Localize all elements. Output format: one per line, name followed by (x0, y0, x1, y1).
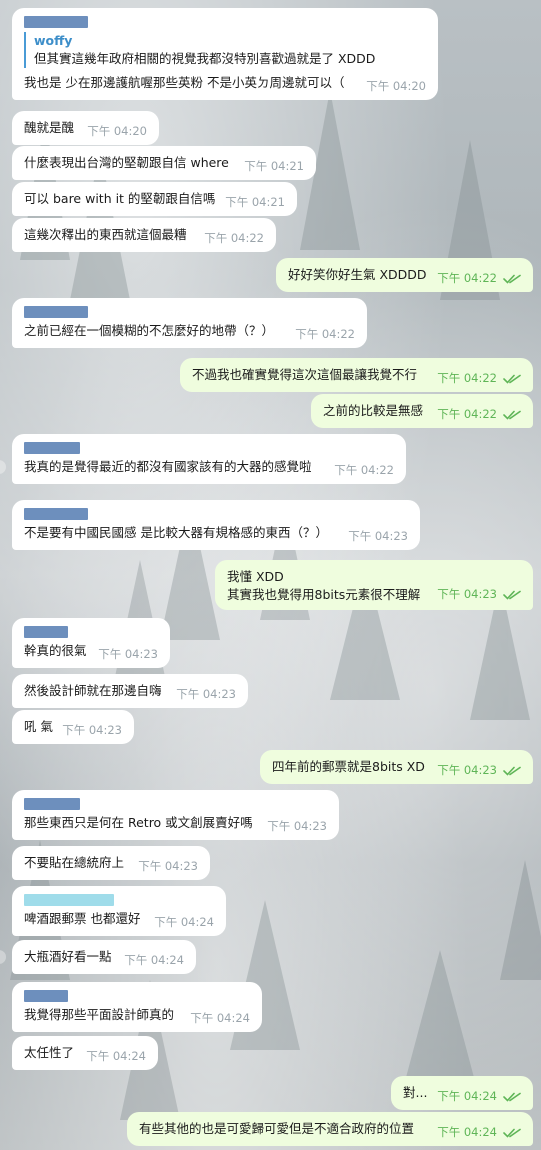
message-time-status: 下午 04:24 (437, 1088, 521, 1104)
reply-quote[interactable]: woffy 但其實這幾年政府相關的視覺我都沒特別喜歡過就是了 XDDD (24, 32, 426, 68)
message-time: 下午 04:23 (176, 687, 236, 701)
sender-name-redacted[interactable] (24, 16, 88, 28)
message-time: 下午 04:22 (334, 463, 394, 477)
sender-name-redacted[interactable] (24, 508, 88, 520)
message-time-status: 下午 04:23 (437, 586, 521, 602)
message-time-status: 下午 04:22 (437, 270, 521, 286)
message-time-status: 下午 04:22 (437, 370, 521, 386)
message-time: 下午 04:21 (225, 195, 285, 209)
sender-name-redacted[interactable] (24, 990, 68, 1002)
message-time-status: 下午 04:23 (437, 762, 521, 778)
message-time: 下午 04:23 (98, 647, 158, 661)
message-time: 下午 04:22 (437, 371, 497, 385)
double-check-icon (503, 1092, 521, 1102)
sender-name-redacted[interactable] (24, 798, 80, 810)
sender-name-redacted[interactable] (24, 894, 114, 906)
message-bubble[interactable]: 下午 04:22 之前的比較是無感 (311, 394, 533, 428)
sender-name-redacted[interactable] (24, 626, 68, 638)
sender-name-redacted[interactable] (24, 442, 80, 454)
message-bubble[interactable]: 下午 04:21 什麼表現出台灣的堅韌跟自信 where (12, 146, 316, 180)
message-bubble[interactable]: 下午 04:24 有些其他的也是可愛歸可愛但是不適合政府的位置 (127, 1112, 533, 1146)
message-time: 下午 04:24 (124, 953, 184, 967)
message-bubble[interactable]: 我懂 XDD 下午 04:23 其實我也覺得用8bits元素很不理解 (215, 560, 533, 610)
message-bubble[interactable]: 下午 04:22 我真的是覺得最近的都沒有國家該有的大器的感覺啦 (12, 434, 406, 484)
message-bubble[interactable]: 下午 04:22 這幾次釋出的東西就這個最糟 (12, 218, 276, 252)
message-time: 下午 04:23 (437, 587, 497, 601)
message-time: 下午 04:20 (366, 79, 426, 93)
message-bubble[interactable]: 下午 04:23 四年前的郵票就是8bits XD (260, 750, 533, 784)
message-bubble[interactable]: 下午 04:22 不過我也確實覺得這次這個最讓我覺不行 (180, 358, 533, 392)
message-time: 下午 04:24 (154, 915, 214, 929)
message-bubble[interactable]: 下午 04:24 對... (391, 1076, 533, 1110)
message-time: 下午 04:24 (437, 1125, 497, 1139)
message-bubble[interactable]: 下午 04:22 好好笑你好生氣 XDDDD (276, 258, 533, 292)
message-bubble[interactable]: 下午 04:23 那些東西只是何在 Retro 或文創展賣好嗎 (12, 790, 339, 840)
sender-name-redacted[interactable] (24, 306, 88, 318)
message-time: 下午 04:22 (295, 327, 355, 341)
message-bubble[interactable]: 下午 04:23 吼 氣 (12, 710, 134, 744)
message-bubble[interactable]: 下午 04:22 之前已經在一個模糊的不怎麼好的地帶（？） (12, 298, 367, 348)
message-time: 下午 04:23 (267, 819, 327, 833)
message-time: 下午 04:24 (190, 1011, 250, 1025)
message-time: 下午 04:23 (138, 859, 198, 873)
message-time: 下午 04:20 (87, 124, 147, 138)
double-check-icon (503, 374, 521, 384)
avatar-edge (0, 460, 6, 474)
message-text: 我懂 XDD (227, 569, 284, 584)
reply-text: 但其實這幾年政府相關的視覺我都沒特別喜歡過就是了 XDDD (34, 51, 376, 66)
message-bubble[interactable]: 下午 04:20 醜就是醜 (12, 111, 159, 145)
message-time: 下午 04:24 (86, 1049, 146, 1063)
chat-window[interactable]: woffy 但其實這幾年政府相關的視覺我都沒特別喜歡過就是了 XDDD 下午 0… (0, 0, 541, 1150)
message-bubble[interactable]: 下午 04:24 大瓶酒好看一點 (12, 940, 196, 974)
message-time: 下午 04:23 (62, 723, 122, 737)
double-check-icon (503, 274, 521, 284)
message-bubble[interactable]: 下午 04:23 幹真的很氣 (12, 618, 170, 668)
double-check-icon (503, 590, 521, 600)
avatar-edge (0, 950, 6, 964)
message-time: 下午 04:23 (437, 763, 497, 777)
double-check-icon (503, 1128, 521, 1138)
message-time: 下午 04:23 (348, 529, 408, 543)
message-bubble[interactable]: 下午 04:21 可以 bare with it 的堅韌跟自信嗎 (12, 182, 297, 216)
message-bubble[interactable]: 下午 04:24 啤酒跟郵票 也都還好 (12, 886, 226, 936)
message-bubble[interactable]: 下午 04:24 我覺得那些平面設計師真的 (12, 982, 262, 1032)
double-check-icon (503, 410, 521, 420)
message-time: 下午 04:22 (437, 407, 497, 421)
message-bubble[interactable]: 下午 04:23 不是要有中國民國感 是比較大器有規格感的東西（？） (12, 500, 420, 550)
message-time: 下午 04:21 (244, 159, 304, 173)
message-bubble[interactable]: woffy 但其實這幾年政府相關的視覺我都沒特別喜歡過就是了 XDDD 下午 0… (12, 8, 438, 100)
reply-sender: woffy (34, 33, 73, 48)
message-bubble[interactable]: 下午 04:24 太任性了 (12, 1036, 158, 1070)
message-time: 下午 04:22 (204, 231, 264, 245)
double-check-icon (503, 766, 521, 776)
message-time: 下午 04:24 (437, 1089, 497, 1103)
message-time: 下午 04:22 (437, 271, 497, 285)
message-time-status: 下午 04:24 (437, 1124, 521, 1140)
message-bubble[interactable]: 下午 04:23 不要貼在總統府上 (12, 846, 210, 880)
message-time-status: 下午 04:22 (437, 406, 521, 422)
message-bubble[interactable]: 下午 04:23 然後設計師就在那邊自嗨 (12, 674, 248, 708)
